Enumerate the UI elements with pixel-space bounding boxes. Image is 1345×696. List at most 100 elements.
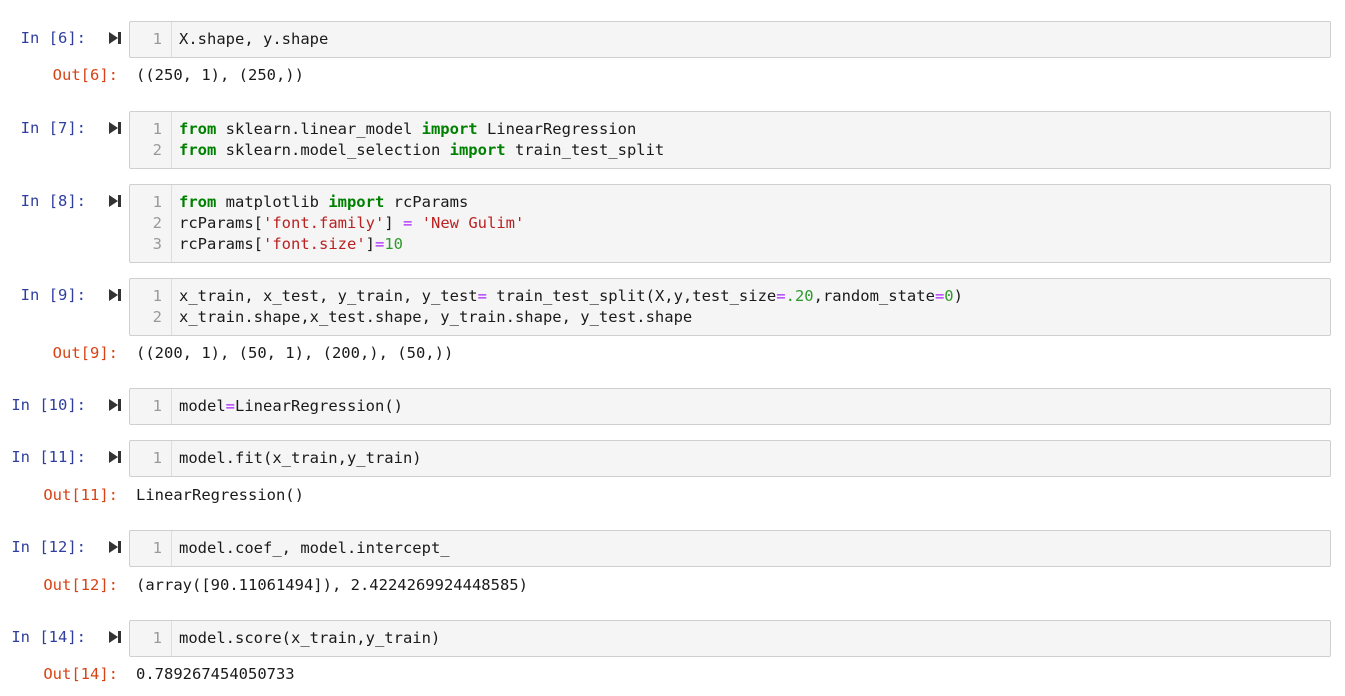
code-token: model.coef_, model.intercept_ xyxy=(179,539,450,557)
code-text: X.shape, y.shape xyxy=(179,29,328,50)
code-token: sklearn.model_selection xyxy=(216,141,450,159)
code-token: X.shape, y.shape xyxy=(179,30,329,48)
code-token: x_train, x_test, y_train, y_test xyxy=(179,287,478,305)
input-prompt: In [14]: xyxy=(11,628,86,646)
code-line: 2 rcParams['font.family'] = 'New Gulim' xyxy=(130,213,1330,234)
output-text: ((250, 1), (250,)) xyxy=(136,66,304,84)
output-prompt: Out[6]: xyxy=(52,66,118,84)
code-token-kw: import xyxy=(328,193,385,211)
code-token-str: 'New Gulim' xyxy=(421,214,525,232)
input-prompt: In [6]: xyxy=(20,29,86,47)
code-input-area[interactable]: 1 model.fit(x_train,y_train) xyxy=(129,440,1331,477)
code-token-op: = xyxy=(477,287,487,305)
code-line: 1 model=LinearRegression() xyxy=(130,396,1330,417)
code-token-op: = xyxy=(225,397,236,415)
code-token: train_test_split xyxy=(505,141,665,159)
line-number: 1 xyxy=(152,539,162,557)
code-token-num: 0 xyxy=(944,287,954,305)
code-token: matplotlib xyxy=(216,193,329,211)
output-prompt: Out[9]: xyxy=(52,344,118,362)
code-token-op: = xyxy=(776,287,786,305)
code-text: model.score(x_train,y_train) xyxy=(179,628,440,649)
run-cell-icon[interactable] xyxy=(108,539,122,555)
code-token: LinearRegression xyxy=(477,120,637,138)
code-input-area[interactable]: 1 x_train, x_test, y_train, y_test= train… xyxy=(129,278,1331,336)
code-text: model.fit(x_train,y_train) xyxy=(179,448,422,469)
code-line: 2 x_train.shape,x_test.shape, y_train.sha… xyxy=(130,307,1330,328)
line-number: 1 xyxy=(152,120,162,138)
code-line: 2 from sklearn.model_selection import tra… xyxy=(130,140,1330,161)
code-token-num: 10 xyxy=(384,235,404,253)
input-prompt: In [10]: xyxy=(11,396,86,414)
output-text: LinearRegression() xyxy=(136,486,304,504)
line-number: 3 xyxy=(152,235,162,253)
code-token-kw: import xyxy=(449,141,506,159)
code-token-op: = xyxy=(375,235,385,253)
code-text: x_train, x_test, y_train, y_test= train_… xyxy=(179,286,963,307)
code-line: 1 x_train, x_test, y_train, y_test= train… xyxy=(130,286,1330,307)
line-number: 1 xyxy=(152,629,162,647)
code-input-area[interactable]: 1 X.shape, y.shape xyxy=(129,21,1331,58)
code-text: x_train.shape,x_test.shape, y_train.shap… xyxy=(179,307,692,328)
code-token: sklearn.linear_model xyxy=(216,120,422,138)
run-cell-icon[interactable] xyxy=(108,629,122,645)
run-cell-icon[interactable] xyxy=(108,30,122,46)
code-token-kw: import xyxy=(421,120,478,138)
line-number: 1 xyxy=(152,287,162,305)
code-token: model.score(x_train,y_train) xyxy=(179,629,441,647)
code-token-kw: from xyxy=(179,193,217,211)
output-prompt: Out[12]: xyxy=(43,576,118,594)
code-token-op: = xyxy=(934,287,945,305)
line-number: 1 xyxy=(152,397,162,415)
code-token: x_train.shape,x_test.shape, y_train.shap… xyxy=(179,308,693,326)
run-cell-icon[interactable] xyxy=(108,449,122,465)
code-input-area[interactable]: 1 from sklearn.linear_model import Linear… xyxy=(129,111,1331,169)
output-text: 0.789267454050733 xyxy=(136,665,295,683)
output-text: ((200, 1), (50, 1), (200,), (50,)) xyxy=(136,344,454,362)
run-cell-icon[interactable] xyxy=(108,120,122,136)
run-cell-icon[interactable] xyxy=(108,193,122,209)
input-prompt: In [8]: xyxy=(20,192,86,210)
code-text: rcParams['font.family'] = 'New Gulim' xyxy=(179,213,524,234)
output-prompt: Out[14]: xyxy=(43,665,118,683)
code-text: rcParams['font.size']=10 xyxy=(179,234,403,255)
line-number: 1 xyxy=(152,30,162,48)
input-prompt: In [9]: xyxy=(20,286,86,304)
code-token-kw: from xyxy=(179,120,217,138)
code-line: 3 rcParams['font.size']=10 xyxy=(130,234,1330,255)
code-input-area[interactable]: 1 model=LinearRegression() xyxy=(129,388,1331,425)
code-line: 1 model.score(x_train,y_train) xyxy=(130,628,1330,649)
code-text: model.coef_, model.intercept_ xyxy=(179,538,450,559)
run-cell-icon[interactable] xyxy=(108,287,122,303)
code-token: rcParams[ xyxy=(179,214,263,232)
code-line: 1 model.coef_, model.intercept_ xyxy=(130,538,1330,559)
code-token: model.fit(x_train,y_train) xyxy=(179,449,422,467)
input-prompt: In [7]: xyxy=(20,119,86,137)
code-token: ) xyxy=(953,287,963,305)
code-token-op: = xyxy=(403,214,413,232)
line-number: 1 xyxy=(152,193,162,211)
code-token-str: 'font.size' xyxy=(263,235,366,253)
code-text: model=LinearRegression() xyxy=(179,396,403,417)
code-token: ] xyxy=(365,235,375,253)
code-line: 1 model.fit(x_train,y_train) xyxy=(130,448,1330,469)
code-text: from sklearn.model_selection import trai… xyxy=(179,140,664,161)
code-line: 1 X.shape, y.shape xyxy=(130,29,1330,50)
code-line: 1 from sklearn.linear_model import Linear… xyxy=(130,119,1330,140)
output-text: (array([90.11061494]), 2.422426992444858… xyxy=(136,576,528,594)
code-input-area[interactable]: 1 model.score(x_train,y_train) xyxy=(129,620,1331,657)
input-prompt: In [12]: xyxy=(11,538,86,556)
run-cell-icon[interactable] xyxy=(108,397,122,413)
code-token: ,random_state xyxy=(813,287,935,305)
code-token: ] xyxy=(384,214,403,232)
code-text: from matplotlib import rcParams xyxy=(179,192,468,213)
code-input-area[interactable]: 1 model.coef_, model.intercept_ xyxy=(129,530,1331,567)
line-number: 2 xyxy=(152,308,162,326)
code-token: train_test_split(X,y,test_size xyxy=(486,287,777,305)
input-prompt: In [11]: xyxy=(11,448,86,466)
line-number: 1 xyxy=(152,449,162,467)
code-input-area[interactable]: 1 from matplotlib import rcParams 2 rcParam… xyxy=(129,184,1331,263)
line-number: 2 xyxy=(152,214,162,232)
code-text: from sklearn.linear_model import LinearR… xyxy=(179,119,636,140)
